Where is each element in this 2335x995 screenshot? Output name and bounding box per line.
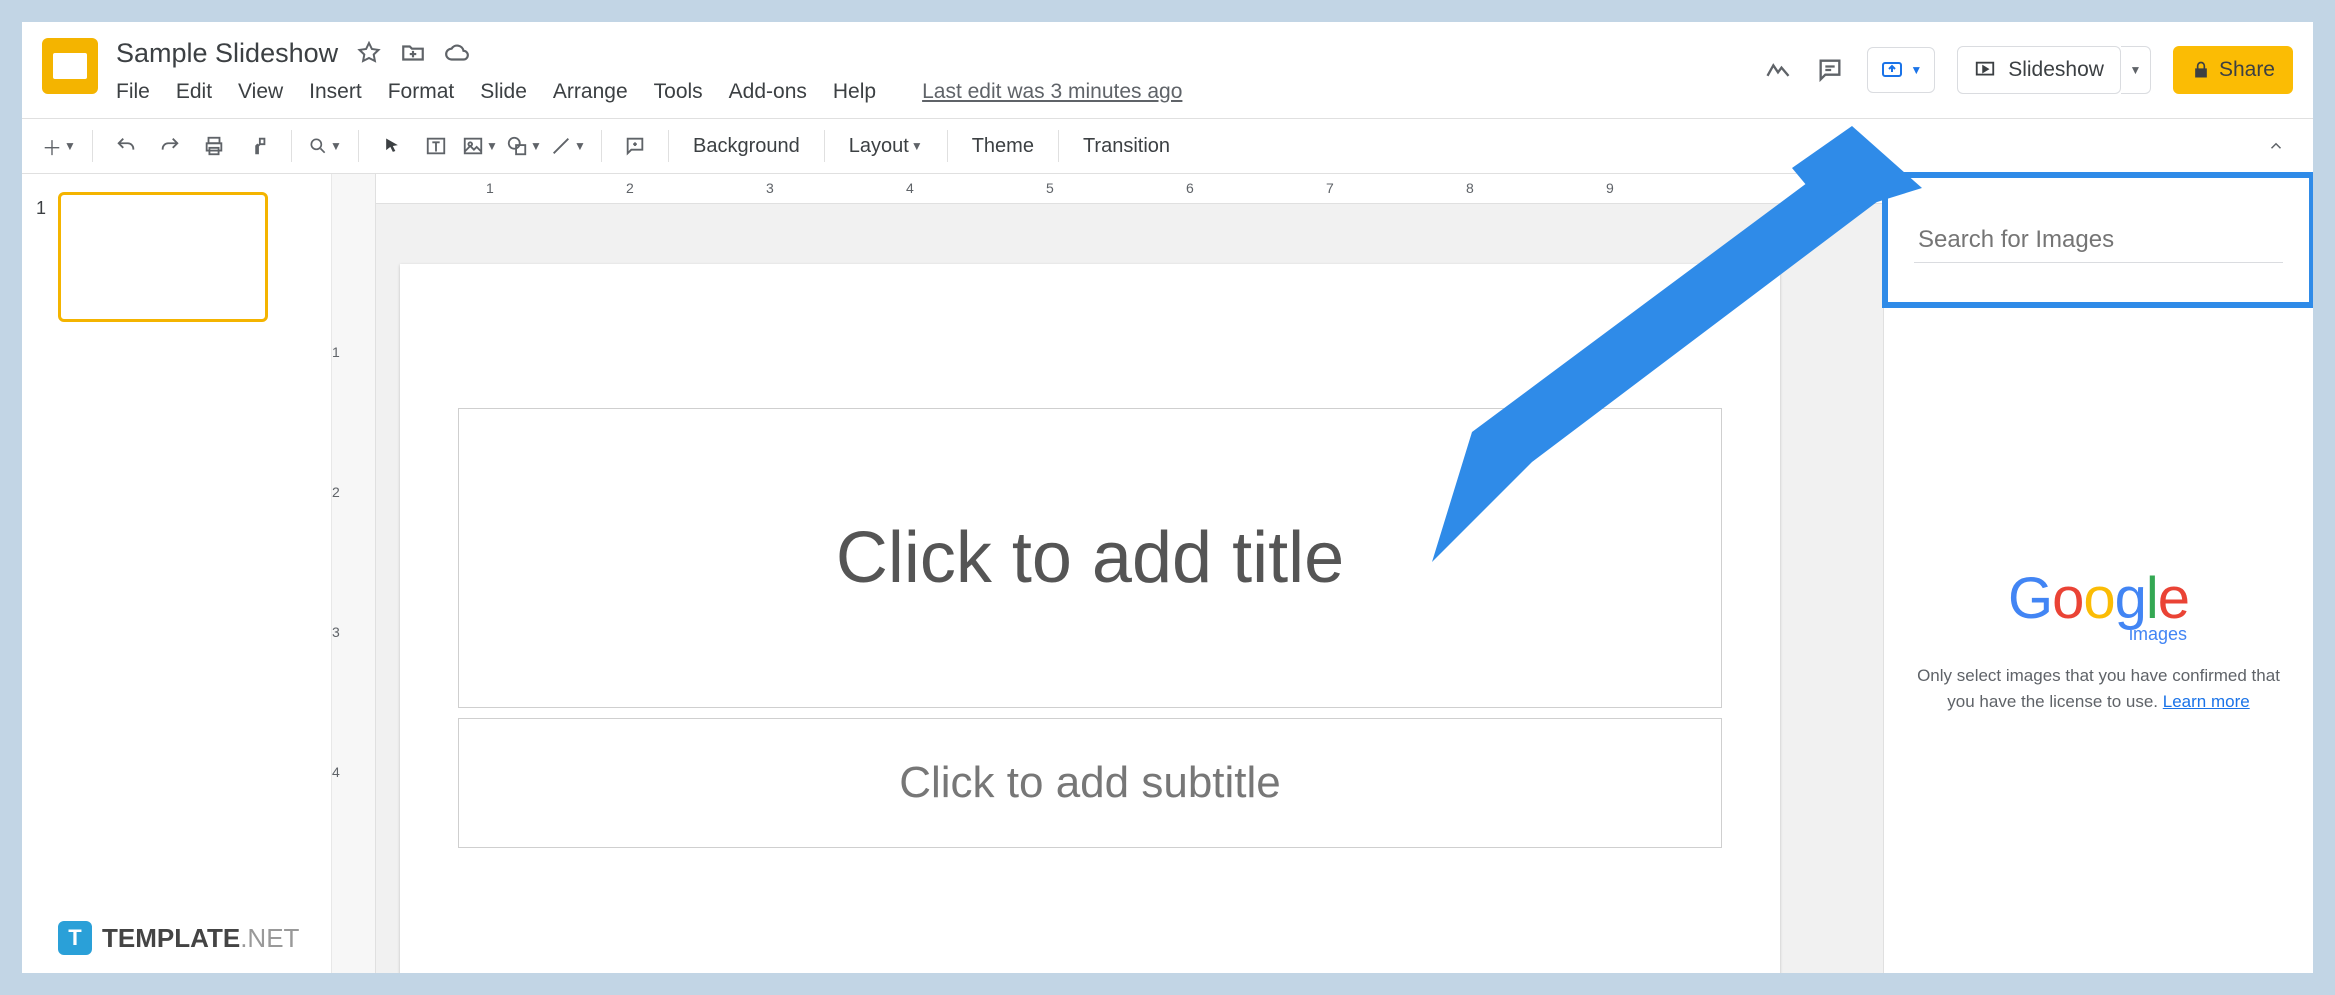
comments-icon[interactable] [1815,55,1845,85]
slide-canvas[interactable]: Click to add title Click to add subtitle [400,264,1780,973]
redo-button[interactable] [151,127,189,165]
canvas-area: 1 2 3 4 5 6 7 8 9 Click to add title Cli… [376,174,1883,973]
slides-app-icon[interactable] [42,38,98,94]
layout-button[interactable]: Layout▼ [839,135,933,158]
filmstrip: 1 [22,174,332,973]
title-placeholder-box[interactable]: Click to add title [458,408,1722,708]
template-net-watermark: T TEMPLATE.NET [58,921,299,955]
transition-button[interactable]: Transition [1073,135,1180,158]
menu-bar: File Edit View Insert Format Slide Arran… [116,80,1182,104]
print-button[interactable] [195,127,233,165]
slideshow-button[interactable]: Slideshow [1957,46,2121,94]
background-button[interactable]: Background [683,135,810,158]
cloud-status-icon[interactable] [444,40,470,66]
subtitle-placeholder-text: Click to add subtitle [899,758,1281,808]
menu-arrange[interactable]: Arrange [553,80,628,104]
menu-help[interactable]: Help [833,80,876,104]
slide-number: 1 [36,192,46,219]
activity-icon[interactable] [1763,55,1793,85]
shape-tool[interactable]: ▼ [505,127,543,165]
google-images-label: images [2129,624,2187,645]
slideshow-label: Slideshow [2008,58,2104,82]
titlebar: Sample Slideshow File Edit View Insert F… [22,22,2313,118]
slideshow-dropdown[interactable]: ▼ [2121,46,2151,94]
image-search-panel: Google images Only select images that yo… [1883,174,2313,973]
document-title[interactable]: Sample Slideshow [116,38,338,69]
main-area: 1 1 2 3 4 1 2 3 4 5 6 7 8 9 [22,174,2313,973]
google-logo: Google [2008,565,2189,632]
theme-button[interactable]: Theme [962,135,1044,158]
last-edit-link[interactable]: Last edit was 3 minutes ago [922,80,1182,104]
share-button[interactable]: Share [2173,46,2293,94]
menu-format[interactable]: Format [388,80,455,104]
title-placeholder-text: Click to add title [836,517,1344,599]
menu-insert[interactable]: Insert [309,80,362,104]
paint-format-button[interactable] [239,127,277,165]
vertical-ruler: 1 2 3 4 [332,174,376,973]
menu-tools[interactable]: Tools [654,80,703,104]
image-tool[interactable]: ▼ [461,127,499,165]
select-tool[interactable] [373,127,411,165]
undo-button[interactable] [107,127,145,165]
menu-slide[interactable]: Slide [480,80,527,104]
menu-file[interactable]: File [116,80,150,104]
move-to-folder-icon[interactable] [400,40,426,66]
textbox-tool[interactable] [417,127,455,165]
slide-thumbnail[interactable] [58,192,268,322]
line-tool[interactable]: ▼ [549,127,587,165]
learn-more-link[interactable]: Learn more [2163,692,2250,711]
image-license-disclaimer: Only select images that you have confirm… [1912,663,2285,714]
star-icon[interactable] [356,40,382,66]
zoom-button[interactable]: ▼ [306,127,344,165]
menu-edit[interactable]: Edit [176,80,212,104]
horizontal-ruler: 1 2 3 4 5 6 7 8 9 [376,174,1883,204]
toolbar: ＋▼ ▼ ▼ ▼ ▼ Background Layout▼ Theme Tran… [22,118,2313,174]
comment-button[interactable] [616,127,654,165]
menu-view[interactable]: View [238,80,283,104]
new-slide-button[interactable]: ＋▼ [40,127,78,165]
collapse-toolbar-icon[interactable] [2267,137,2295,155]
watermark-badge: T [58,921,92,955]
app-frame: Sample Slideshow File Edit View Insert F… [22,22,2313,973]
present-to-meeting-button[interactable]: ▼ [1867,47,1935,93]
image-search-input[interactable] [1914,218,2283,263]
menu-addons[interactable]: Add-ons [729,80,807,104]
subtitle-placeholder-box[interactable]: Click to add subtitle [458,718,1722,848]
share-label: Share [2219,58,2275,82]
